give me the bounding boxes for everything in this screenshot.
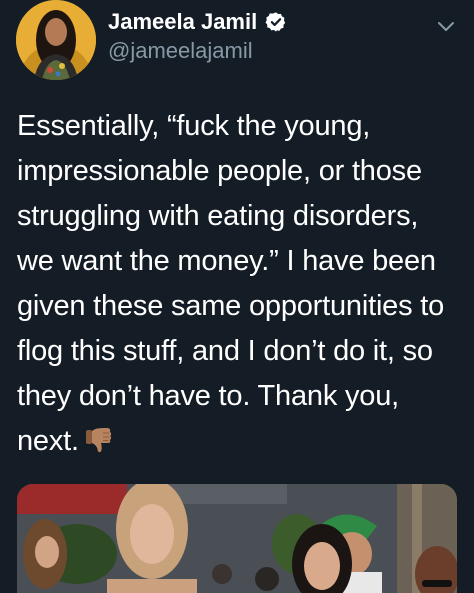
author-block[interactable]: Jameela Jamil @jameelajamil xyxy=(108,8,287,64)
avatar-image xyxy=(16,0,96,80)
name-row: Jameela Jamil xyxy=(108,8,287,36)
verified-badge-icon xyxy=(265,11,287,33)
tweet-media-image[interactable] xyxy=(17,484,457,593)
avatar[interactable] xyxy=(16,0,96,80)
chevron-down-icon[interactable] xyxy=(436,20,456,34)
display-name[interactable]: Jameela Jamil xyxy=(108,9,257,35)
tweet-card[interactable]: Jameela Jamil @jameelajamil Essentially,… xyxy=(0,0,474,593)
tweet-body: Essentially, “fuck the young, impression… xyxy=(17,110,445,457)
handle[interactable]: @jameelajamil xyxy=(108,38,287,64)
photo-street-scene xyxy=(17,484,457,593)
tweet-text: Essentially, “fuck the young, impression… xyxy=(17,104,467,468)
thumbs-down-emoji-icon xyxy=(83,423,113,468)
